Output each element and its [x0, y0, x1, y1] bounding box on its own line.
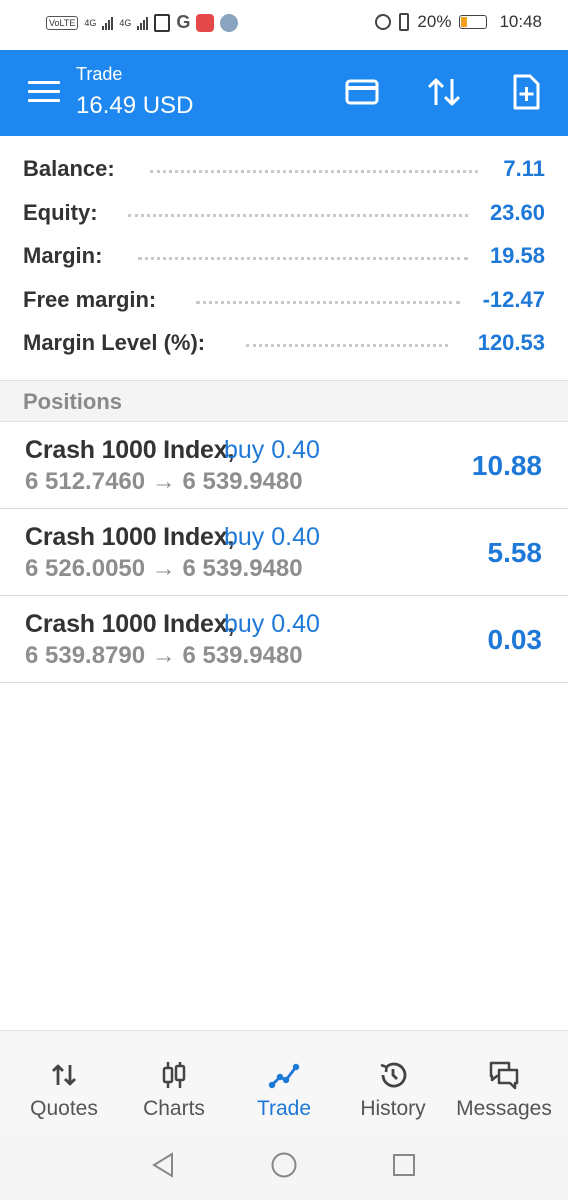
margin-level-label: Margin Level (%):	[23, 330, 206, 355]
equity-label: Equity:	[23, 199, 98, 225]
current-price: 6 539.9480	[182, 555, 303, 582]
position-row[interactable]: Crash 1000 Index, buy 0.40 6 526.0050 → …	[0, 509, 568, 596]
card-icon[interactable]	[342, 72, 382, 112]
tab-trade[interactable]: Trade	[230, 1031, 338, 1131]
free-margin-label: Free margin:	[23, 286, 157, 312]
dotted-leader	[138, 256, 468, 260]
margin-value: 19.58	[489, 243, 545, 268]
position-row[interactable]: Crash 1000 Index, buy 0.40 6 539.8790 → …	[0, 596, 568, 683]
position-side: buy 0.40	[224, 436, 320, 464]
trade-icon	[268, 1063, 300, 1089]
tab-charts[interactable]: Charts	[118, 1031, 230, 1131]
clock: 10:48	[499, 12, 542, 31]
free-margin-value: -12.47	[482, 286, 545, 312]
current-price: 6 539.9480	[182, 642, 303, 669]
dotted-leader	[246, 343, 448, 347]
summary-row-equity: Equity: 23.60	[0, 192, 568, 236]
position-row[interactable]: Crash 1000 Index, buy 0.40 6 512.7460 → …	[0, 422, 568, 509]
app-bar: Trade 16.49 USD	[0, 50, 568, 136]
messages-icon	[489, 1061, 519, 1090]
current-price: 6 539.9480	[182, 468, 303, 495]
charts-icon	[162, 1062, 186, 1088]
vibrate-icon	[399, 13, 410, 31]
account-summary: Balance: 7.11 Equity: 23.60 Margin: 19.5…	[0, 148, 568, 366]
notification-app-icon	[154, 13, 171, 32]
open-price: 6 512.7460	[25, 468, 146, 495]
position-symbol: Crash 1000 Index,	[25, 610, 235, 638]
summary-row-balance: Balance: 7.11	[0, 148, 568, 192]
quotes-icon	[52, 1064, 76, 1086]
balance-label: Balance:	[23, 156, 115, 181]
position-prices: 6 512.7460 → 6 539.9480	[25, 468, 303, 496]
open-price: 6 539.8790	[25, 642, 146, 669]
signal-icon-2	[137, 16, 149, 30]
status-bar: VoLTE 4G 4G G 20% 10:48	[0, 0, 568, 50]
position-prices: 6 539.8790 → 6 539.9480	[25, 642, 303, 670]
page-title: Trade	[76, 64, 123, 84]
signal-icon-1	[102, 16, 114, 30]
browser-app-icon	[220, 13, 239, 32]
position-profit: 5.58	[487, 537, 543, 568]
position-symbol: Crash 1000 Index,	[25, 523, 235, 551]
open-price: 6 526.0050	[25, 555, 146, 582]
position-prices: 6 526.0050 → 6 539.9480	[25, 555, 303, 583]
dotted-leader	[196, 300, 460, 304]
dotted-leader	[128, 213, 468, 217]
tab-messages-label: Messages	[456, 1097, 552, 1120]
account-balance-subtitle: 16.49 USD	[76, 92, 194, 119]
tab-quotes-label: Quotes	[30, 1097, 98, 1120]
google-icon: G	[176, 12, 191, 32]
equity-value: 23.60	[489, 199, 545, 225]
sort-arrows-icon[interactable]	[424, 72, 464, 112]
arrow-glyph: →	[151, 642, 176, 669]
position-profit: 10.88	[471, 450, 542, 481]
positions-header: Positions	[0, 380, 568, 422]
positions-list: Crash 1000 Index, buy 0.40 6 512.7460 → …	[0, 422, 568, 683]
tab-trade-label: Trade	[256, 1097, 312, 1120]
balance-value: 7.11	[503, 156, 545, 181]
position-symbol: Crash 1000 Index,	[25, 436, 235, 464]
battery-icon	[459, 15, 488, 29]
history-icon	[380, 1062, 407, 1088]
home-icon[interactable]	[269, 1150, 299, 1180]
new-order-icon[interactable]	[506, 72, 546, 112]
summary-row-margin-level: Margin Level (%): 120.53	[0, 322, 568, 366]
back-icon[interactable]	[148, 1150, 178, 1180]
menu-icon[interactable]	[28, 81, 60, 103]
tab-quotes[interactable]: Quotes	[0, 1031, 128, 1131]
arrow-glyph: →	[151, 555, 176, 582]
alarm-icon	[375, 14, 392, 30]
positions-header-label: Positions	[23, 389, 123, 414]
status-bar-left: VoLTE 4G 4G G	[46, 12, 239, 33]
volte-badge: VoLTE	[46, 15, 79, 30]
margin-label: Margin:	[23, 243, 103, 268]
system-nav-bar	[0, 1130, 568, 1200]
tab-history[interactable]: History	[338, 1031, 448, 1131]
summary-row-margin: Margin: 19.58	[0, 235, 568, 279]
summary-row-free-margin: Free margin: -12.47	[0, 279, 568, 323]
tab-charts-label: Charts	[143, 1097, 205, 1120]
tab-history-label: History	[360, 1097, 426, 1120]
arrow-glyph: →	[151, 468, 176, 495]
position-side: buy 0.40	[224, 610, 320, 638]
battery-percent: 20%	[417, 12, 452, 31]
position-side: buy 0.40	[224, 523, 320, 551]
bottom-nav: Quotes Charts Trade History Messages	[0, 1030, 568, 1130]
status-bar-right: 20% 10:48	[375, 12, 542, 32]
position-profit: 0.03	[487, 624, 543, 655]
tab-messages[interactable]: Messages	[448, 1031, 560, 1131]
dotted-leader	[150, 169, 478, 173]
recents-icon[interactable]	[389, 1150, 419, 1180]
network-type-2: 4G	[119, 17, 132, 28]
network-type-1: 4G	[84, 17, 97, 28]
location-app-icon	[196, 13, 215, 32]
margin-level-value: 120.53	[477, 330, 545, 355]
